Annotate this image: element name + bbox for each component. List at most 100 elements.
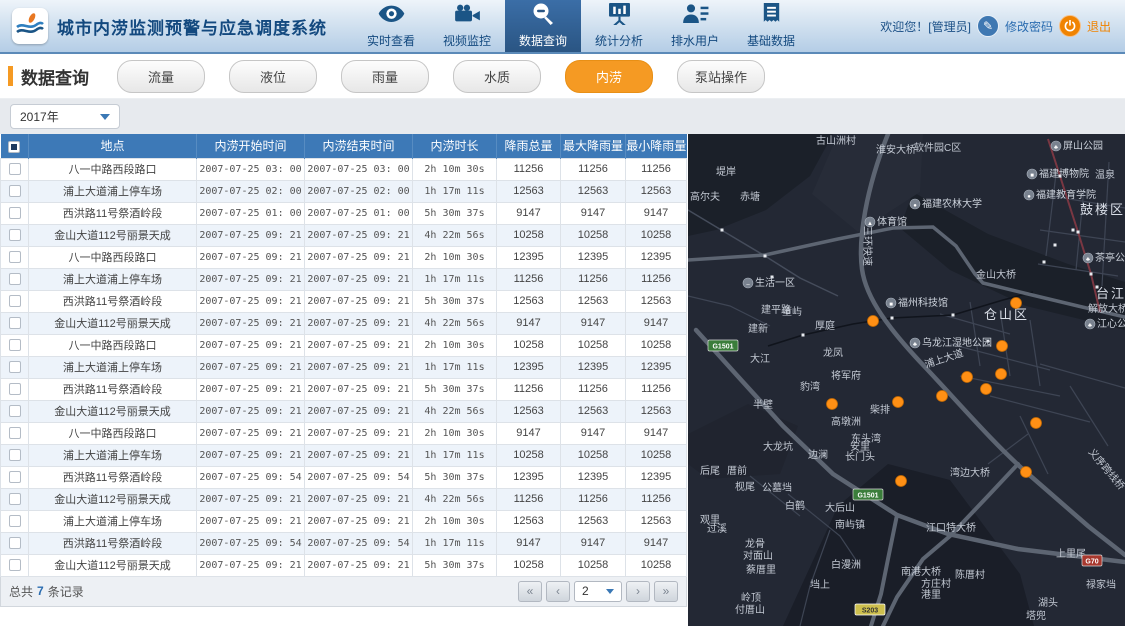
waterlogging-dot[interactable] [895,475,907,487]
poi-icon[interactable]: ♣ 乌龙江湿地公园 [909,336,992,349]
cell: 2007-07-25 09: 21 [196,487,305,511]
row-checkbox[interactable] [8,295,21,308]
table-row[interactable]: 金山大道112号丽景天成 2007-07-25 09: 21 2007-07-25 … [0,223,687,247]
waterlogging-dot[interactable] [867,315,879,327]
nav-item-label: 实时查看 [366,34,415,48]
poi-icon[interactable]: ♣ 茶亭公 [1082,251,1125,264]
cell: 2007-07-25 09: 21 [304,443,413,467]
row-checkbox[interactable] [8,515,21,528]
table-row[interactable]: 浦上大道浦上停车场 2007-07-25 09: 21 2007-07-25 09:… [0,267,687,291]
table-row[interactable]: 金山大道112号丽景天成 2007-07-25 09: 21 2007-07-25 … [0,311,687,335]
nav-item-video[interactable]: 视频监控 [429,0,505,52]
table-row[interactable]: 西洪路11号祭酒岭段 2007-07-25 09: 21 2007-07-25 09… [0,289,687,313]
waterlogging-dot[interactable] [996,340,1008,352]
row-checkbox[interactable] [8,361,21,374]
row-checkbox[interactable] [8,317,21,330]
row-checkbox[interactable] [8,405,21,418]
waterlogging-dot[interactable] [1020,466,1032,478]
row-checkbox[interactable] [8,185,21,198]
nav-item-stats[interactable]: 统计分析 [581,0,657,52]
nav-item-basedata[interactable]: 基础数据 [733,0,809,52]
map-view[interactable]: 古山洲村 淮安大桥 软件园C区 温泉 堤岸 高尔夫 赤塘 金山大桥 解放大桥 建平路 董屿 建新 厚庭大… [688,134,1125,626]
row-checkbox[interactable] [8,427,21,440]
total-count: 7 [37,584,44,598]
year-select[interactable]: 2017年 [10,104,120,129]
row-checkbox[interactable] [8,383,21,396]
table-row[interactable]: 浦上大道浦上停车场 2007-07-25 09: 21 2007-07-25 09:… [0,355,687,379]
waterlogging-dot[interactable] [892,396,904,408]
waterlogging-dot[interactable] [980,383,992,395]
filter-tab-4[interactable]: 内涝 [565,59,653,93]
filter-tab-2[interactable]: 雨量 [341,59,429,93]
cell: 4h 22m 56s [412,399,497,423]
column-header: 内涝结束时间 [304,134,413,158]
cell: 1h 17m 11s [412,179,497,203]
row-checkbox[interactable] [8,471,21,484]
last-page-button[interactable]: » [654,580,678,602]
cell: 10258 [496,333,561,357]
table-row[interactable]: 八一中路西段路口 2007-07-25 09: 21 2007-07-25 09: … [0,421,687,445]
waterlogging-dot[interactable] [936,390,948,402]
cell: 八一中路西段路口 [28,333,197,357]
road-badge: G1501 [852,488,884,501]
cell: 5h 30m 37s [412,377,497,401]
first-page-button[interactable]: « [518,580,542,602]
cell: 12563 [625,289,687,313]
next-page-button[interactable]: › [626,580,650,602]
poi-icon[interactable]: ♣ 江心公园 [1084,318,1125,330]
table-row[interactable]: 浦上大道浦上停车场 2007-07-25 09: 21 2007-07-25 09:… [0,509,687,533]
filter-tab-5[interactable]: 泵站操作 [677,59,765,93]
filter-tab-3[interactable]: 水质 [453,59,541,93]
waterlogging-dot[interactable] [1030,417,1042,429]
cell: 2007-07-25 09: 21 [304,355,413,379]
row-checkbox[interactable] [8,339,21,352]
row-checkbox[interactable] [8,537,21,550]
table-row[interactable]: 浦上大道浦上停车场 2007-07-25 02: 00 2007-07-25 02:… [0,179,687,203]
row-checkbox[interactable] [8,251,21,264]
cell: 金山大道112号丽景天成 [28,553,197,577]
poi-icon[interactable]: ▲ 体育馆 [864,215,907,228]
table-row[interactable]: 金山大道112号丽景天成 2007-07-25 09: 21 2007-07-25 … [0,487,687,511]
row-checkbox[interactable] [8,273,21,286]
row-checkbox[interactable] [8,449,21,462]
cell: 9147 [496,201,561,225]
cell: 2007-07-25 09: 21 [304,267,413,291]
row-checkbox[interactable] [8,493,21,506]
nav-item-realtime[interactable]: 实时查看 [353,0,429,52]
table-row[interactable]: 西洪路11号祭酒岭段 2007-07-25 01: 00 2007-07-25 01… [0,201,687,225]
poi-icon[interactable]: ♣ 屏山公园 [1050,140,1103,152]
table-row[interactable]: 浦上大道浦上停车场 2007-07-25 09: 21 2007-07-25 09:… [0,443,687,467]
table-row[interactable]: 金山大道112号丽景天成 2007-07-25 09: 21 2007-07-25 … [0,553,687,577]
waterlogging-dot[interactable] [961,371,973,383]
power-icon[interactable] [1058,15,1081,37]
select-all-checkbox[interactable] [8,140,21,153]
nav-item-users[interactable]: 排水用户 [657,0,733,52]
row-checkbox[interactable] [8,163,21,176]
edit-password-icon[interactable]: ✎ [976,15,999,37]
cell: 10258 [625,443,687,467]
waterlogging-dot[interactable] [1010,297,1022,309]
table-row[interactable]: 八一中路西段路口 2007-07-25 09: 21 2007-07-25 09: … [0,245,687,269]
prev-page-button[interactable]: ‹ [546,580,570,602]
filter-tab-0[interactable]: 流量 [117,59,205,93]
page-select[interactable]: 2 [574,580,622,602]
row-checkbox[interactable] [8,229,21,242]
map-label: 软件园C区 [914,141,961,154]
table-row[interactable]: 金山大道112号丽景天成 2007-07-25 09: 21 2007-07-25 … [0,399,687,423]
table-row[interactable]: 西洪路11号祭酒岭段 2007-07-25 09: 54 2007-07-25 09… [0,531,687,555]
cell: 2007-07-25 09: 21 [304,245,413,269]
logout-link[interactable]: 退出 [1087,18,1111,35]
row-checkbox[interactable] [8,207,21,220]
row-checkbox[interactable] [8,559,21,572]
change-password-link[interactable]: 修改密码 [1005,18,1053,35]
poi-label: 乌龙江湿地公园 [922,336,992,349]
district-label: 鼓楼区 [1080,202,1125,217]
waterlogging-dot[interactable] [995,368,1007,380]
nav-item-query[interactable]: 数据查询 [505,0,581,52]
waterlogging-dot[interactable] [826,398,838,410]
filter-tab-1[interactable]: 液位 [229,59,317,93]
table-row[interactable]: 西洪路11号祭酒岭段 2007-07-25 09: 54 2007-07-25 09… [0,465,687,489]
table-row[interactable]: 西洪路11号祭酒岭段 2007-07-25 09: 21 2007-07-25 09… [0,377,687,401]
table-row[interactable]: 八一中路西段路口 2007-07-25 09: 21 2007-07-25 09: … [0,333,687,357]
table-row[interactable]: 八一中路西段路口 2007-07-25 03: 00 2007-07-25 03: … [0,157,687,181]
